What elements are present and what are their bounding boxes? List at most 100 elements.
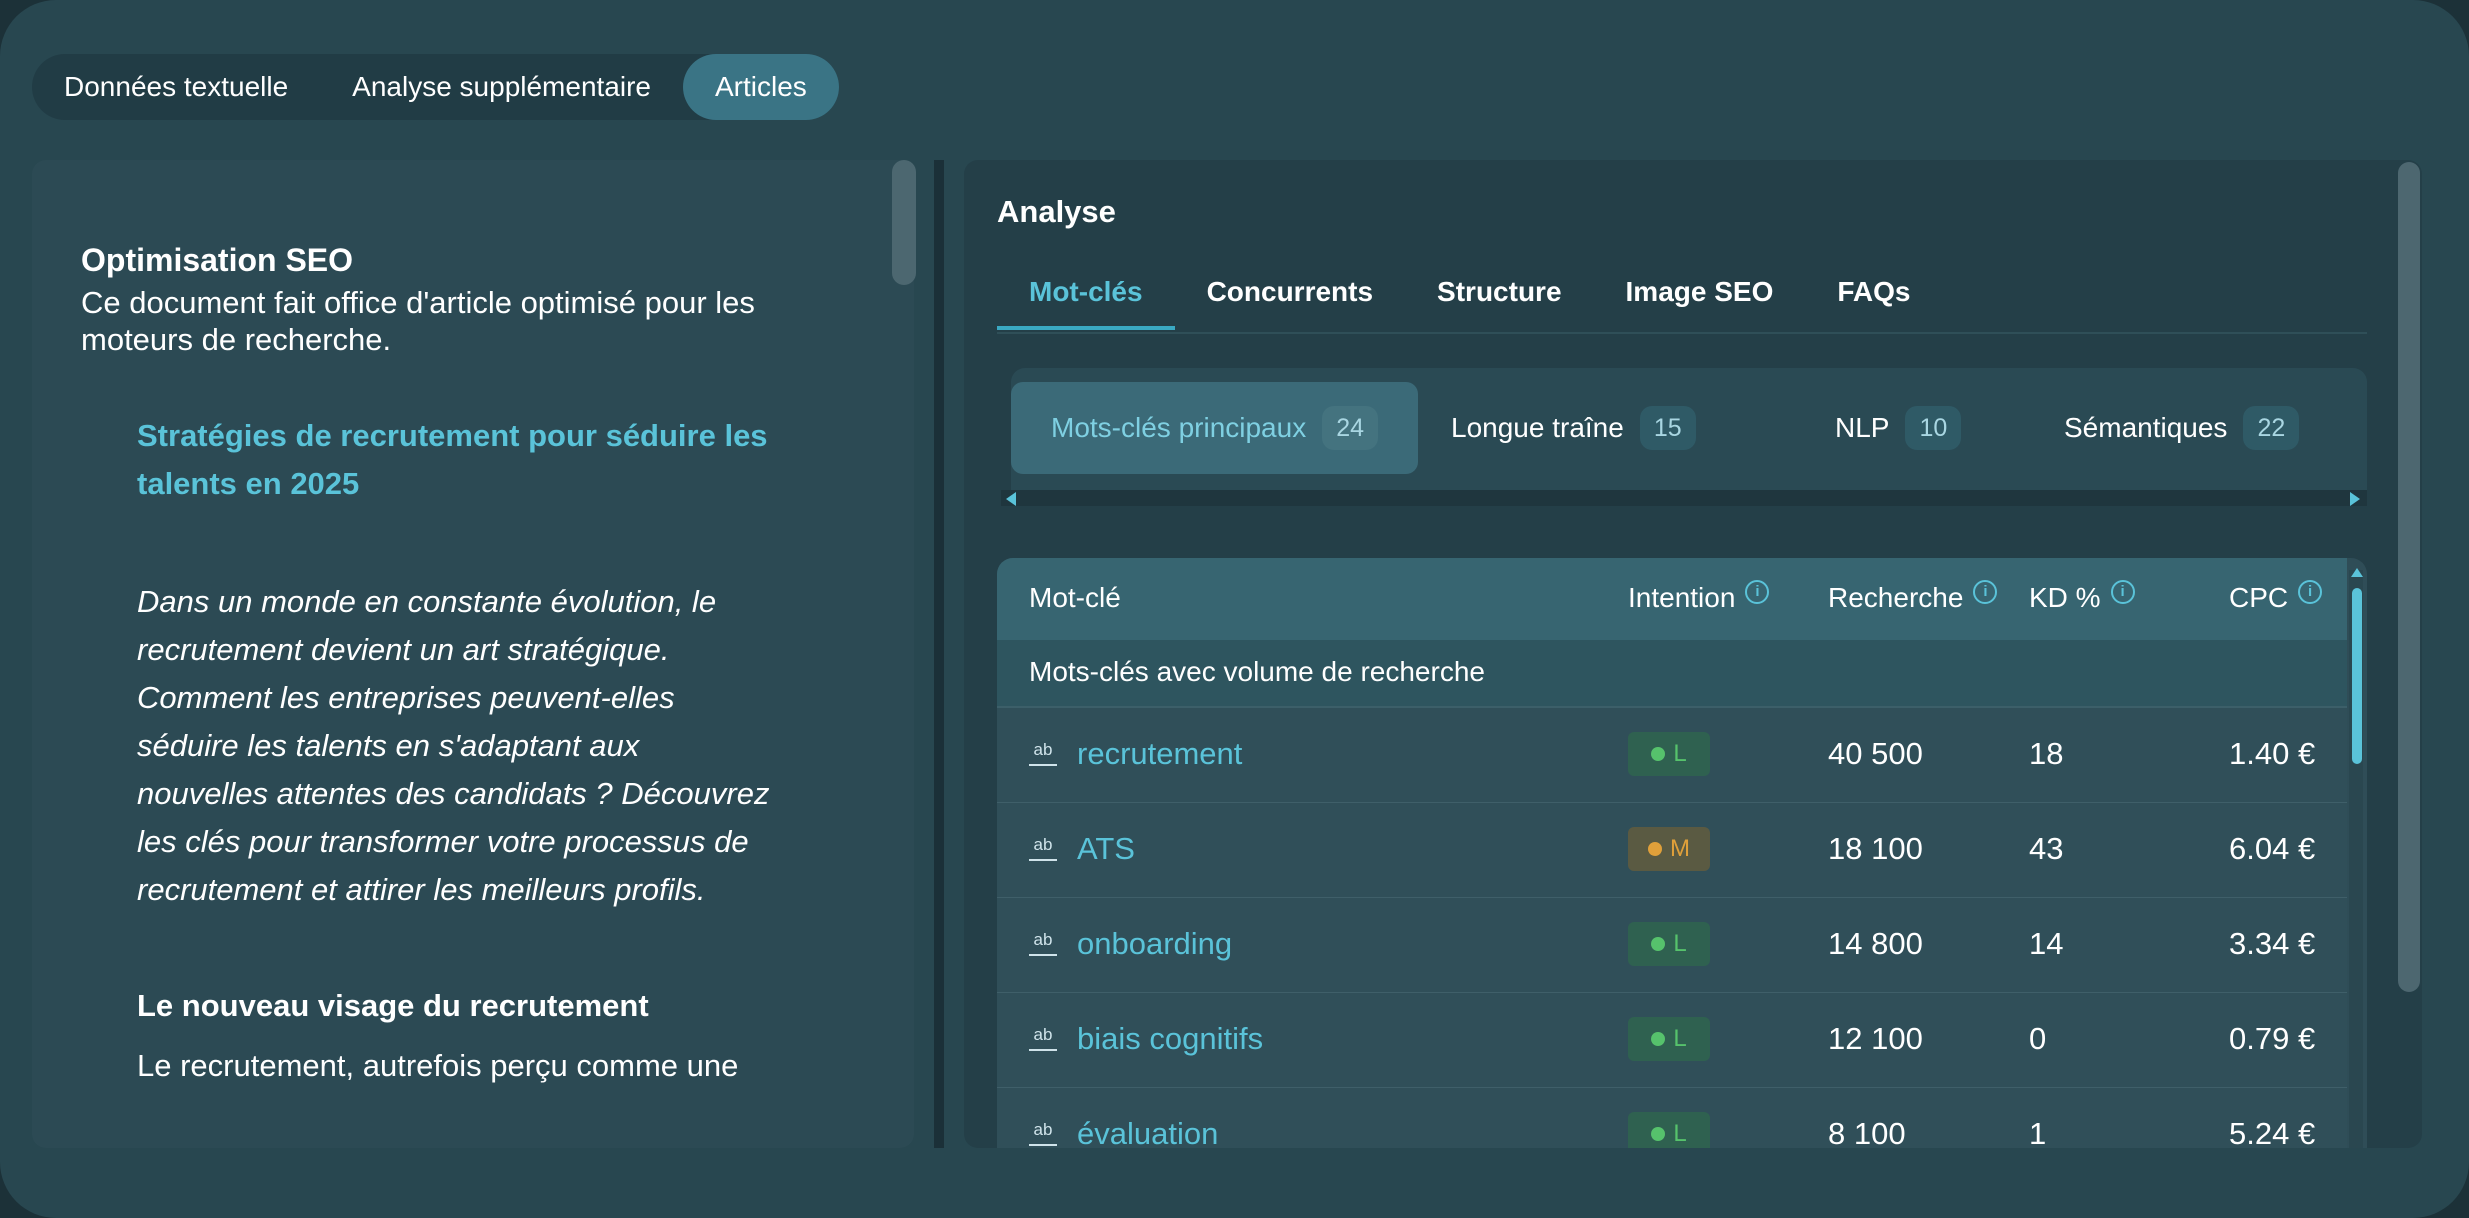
subtab-count: 15 xyxy=(1639,406,1696,450)
table-row[interactable]: ab ATS M 18 100 43 6.04 € xyxy=(997,803,2347,899)
subtab-label: Longue traîne xyxy=(1451,412,1624,443)
intent-badge: L xyxy=(1628,1112,1710,1148)
search-volume: 14 800 xyxy=(1828,926,1923,961)
panel-divider[interactable] xyxy=(934,160,944,1148)
keywords-table: Mot-clé Intention i Recherche i KD % i C… xyxy=(997,558,2367,1148)
cpc-value: 5.24 € xyxy=(2229,1116,2316,1148)
article-document-panel: Optimisation SEO Ce document fait office… xyxy=(32,160,914,1148)
subtab-nlp[interactable]: NLP 10 xyxy=(1835,382,1962,474)
intent-badge: L xyxy=(1628,732,1710,776)
analysis-title: Analyse xyxy=(997,194,1116,229)
text-keyword-icon: ab xyxy=(1029,741,1057,766)
article-intro: Dans un monde en constante évolution, le… xyxy=(137,584,770,907)
subtab-count: 24 xyxy=(1322,406,1379,450)
info-icon[interactable]: i xyxy=(1745,580,1770,604)
tab-articles[interactable]: Articles xyxy=(683,54,839,120)
scroll-right-arrow-icon[interactable] xyxy=(2350,492,2360,506)
scroll-left-arrow-icon[interactable] xyxy=(1006,492,1016,506)
info-icon[interactable]: i xyxy=(2298,580,2323,604)
intent-badge: M xyxy=(1628,827,1710,871)
table-row[interactable]: ab évaluation L 8 100 1 5.24 € xyxy=(997,1088,2347,1148)
table-group-header: Mots-clés avec volume de recherche xyxy=(997,640,2347,708)
kd-value: 1 xyxy=(2029,1116,2047,1148)
subtab-label: Sémantiques xyxy=(2064,412,2228,443)
column-header-keyword[interactable]: Mot-clé xyxy=(1029,582,1121,614)
analysis-tabs: Mot-clés Concurrents Structure Image SEO… xyxy=(997,270,2367,334)
scroll-up-arrow-icon[interactable] xyxy=(2351,568,2363,577)
column-header-search[interactable]: Recherche i xyxy=(1828,580,1998,614)
tab-faqs[interactable]: FAQs xyxy=(1805,270,1942,330)
table-row[interactable]: ab onboarding L 14 800 14 3.34 € xyxy=(997,898,2347,994)
section-paragraph: Le recrutement, autrefois perçu comme un… xyxy=(137,1048,739,1083)
info-icon[interactable]: i xyxy=(2110,580,2135,604)
cpc-value: 0.79 € xyxy=(2229,1021,2316,1056)
table-row[interactable]: ab biais cognitifs L 12 100 0 0.79 € xyxy=(997,993,2347,1089)
group-label: Mots-clés avec volume de recherche xyxy=(1029,656,1485,687)
document-scrollbar[interactable] xyxy=(892,160,916,285)
kd-value: 14 xyxy=(2029,926,2064,961)
subtab-count: 22 xyxy=(2243,406,2300,450)
status-dot-icon xyxy=(1651,747,1666,761)
search-volume: 12 100 xyxy=(1828,1021,1923,1056)
header-label: Intention xyxy=(1628,582,1736,613)
search-volume: 40 500 xyxy=(1828,736,1923,771)
intent-label: M xyxy=(1670,835,1690,862)
analysis-panel: Analyse Mot-clés Concurrents Structure I… xyxy=(964,160,2422,1148)
cpc-value: 1.40 € xyxy=(2229,736,2316,771)
kd-value: 0 xyxy=(2029,1021,2047,1056)
column-header-cpc[interactable]: CPC i xyxy=(2229,580,2323,614)
status-dot-icon xyxy=(1651,937,1666,951)
text-keyword-icon: ab xyxy=(1029,1121,1057,1146)
status-dot-icon xyxy=(1651,1032,1666,1046)
tab-structure[interactable]: Structure xyxy=(1405,270,1593,330)
subtab-label: Mots-clés principaux xyxy=(1051,412,1307,443)
subtabs-horizontal-scrollbar[interactable] xyxy=(1001,490,2367,506)
section-heading: Le nouveau visage du recrutement xyxy=(137,988,649,1023)
search-volume: 18 100 xyxy=(1828,831,1923,866)
info-icon[interactable]: i xyxy=(1973,580,1998,604)
subtab-semantiques[interactable]: Sémantiques 22 xyxy=(2064,382,2300,474)
table-header: Mot-clé Intention i Recherche i KD % i C… xyxy=(997,558,2347,640)
article-title: Stratégies de recrutement pour séduire l… xyxy=(137,418,768,501)
document-description: Ce document fait office d'article optimi… xyxy=(81,285,755,357)
column-header-intent[interactable]: Intention i xyxy=(1628,580,1770,614)
subtab-longue-traine[interactable]: Longue traîne 15 xyxy=(1451,382,1696,474)
keyword-link[interactable]: biais cognitifs xyxy=(1077,1021,1263,1057)
tab-concurrents[interactable]: Concurrents xyxy=(1175,270,1405,330)
keyword-link[interactable]: évaluation xyxy=(1077,1116,1218,1148)
cpc-value: 3.34 € xyxy=(2229,926,2316,961)
analysis-scrollbar[interactable] xyxy=(2398,162,2420,992)
intent-label: L xyxy=(1673,740,1687,767)
intent-badge: L xyxy=(1628,1017,1710,1061)
cpc-value: 6.04 € xyxy=(2229,831,2316,866)
kd-value: 18 xyxy=(2029,736,2064,771)
kd-value: 43 xyxy=(2029,831,2064,866)
keyword-link[interactable]: onboarding xyxy=(1077,926,1232,962)
table-row[interactable]: ab recrutement L 40 500 18 1.40 € xyxy=(997,708,2347,804)
text-keyword-icon: ab xyxy=(1029,836,1057,861)
header-label: CPC xyxy=(2229,582,2289,613)
intent-label: L xyxy=(1673,1120,1687,1147)
subtab-label: NLP xyxy=(1835,412,1890,443)
top-tab-bar: Données textuelle Analyse supplémentaire… xyxy=(32,54,839,120)
status-dot-icon xyxy=(1651,1127,1666,1141)
tab-analyse-supplementaire[interactable]: Analyse supplémentaire xyxy=(320,54,683,120)
intent-label: L xyxy=(1673,930,1687,957)
header-label: Recherche xyxy=(1828,582,1964,613)
intent-badge: L xyxy=(1628,922,1710,966)
tab-mot-cles[interactable]: Mot-clés xyxy=(997,270,1175,330)
tab-donnees-textuelle[interactable]: Données textuelle xyxy=(32,54,320,120)
keyword-subtabs: Mots-clés principaux 24 Longue traîne 15… xyxy=(1011,368,2367,492)
subtab-mots-cles-principaux[interactable]: Mots-clés principaux 24 xyxy=(1011,382,1419,474)
keyword-link[interactable]: recrutement xyxy=(1077,736,1242,772)
search-volume: 8 100 xyxy=(1828,1116,1906,1148)
header-label: KD % xyxy=(2029,582,2101,613)
subtab-count: 10 xyxy=(1905,406,1962,450)
column-header-kd[interactable]: KD % i xyxy=(2029,580,2135,614)
document-heading: Optimisation SEO xyxy=(81,242,354,278)
keyword-link[interactable]: ATS xyxy=(1077,831,1135,867)
table-scroll-thumb[interactable] xyxy=(2352,588,2362,764)
intent-label: L xyxy=(1673,1025,1687,1052)
text-keyword-icon: ab xyxy=(1029,1026,1057,1051)
tab-image-seo[interactable]: Image SEO xyxy=(1594,270,1806,330)
